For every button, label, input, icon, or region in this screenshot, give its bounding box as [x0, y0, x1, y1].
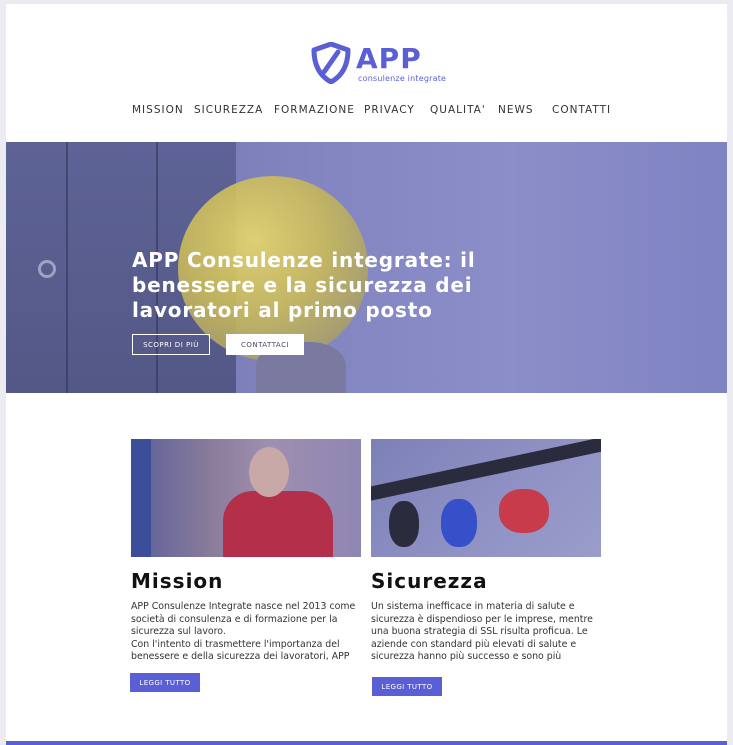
sicurezza-read-more-button[interactable]: LEGGI TUTTO	[372, 677, 442, 696]
hero-banner: APP Consulenze integrate: il benessere e…	[6, 142, 727, 393]
page: APP consulenze integrate MISSION SICUREZ…	[6, 4, 727, 745]
nav-item-sicurezza[interactable]: SICUREZZA	[194, 104, 263, 116]
nav-item-mission[interactable]: MISSION	[132, 104, 184, 116]
logo[interactable]: APP consulenze integrate	[310, 42, 446, 88]
hero-title: APP Consulenze integrate: il benessere e…	[132, 248, 476, 322]
mission-image	[131, 439, 361, 557]
nav-item-contatti[interactable]: CONTATTI	[552, 104, 611, 116]
nav-item-qualita[interactable]: QUALITA'	[430, 104, 486, 116]
sicurezza-title: Sicurezza	[371, 569, 488, 593]
nav-item-news[interactable]: NEWS	[498, 104, 534, 116]
logo-wordmark: APP	[356, 42, 422, 75]
main-nav: MISSION SICUREZZA FORMAZIONE PRIVACY QUA…	[6, 104, 727, 124]
nav-item-formazione[interactable]: FORMAZIONE	[274, 104, 355, 116]
contact-us-button[interactable]: CONTATTACI	[226, 334, 304, 355]
jacket-button	[38, 260, 56, 278]
mission-read-more-button[interactable]: LEGGI TUTTO	[130, 673, 200, 692]
discover-more-button[interactable]: SCOPRI DI PIÙ	[132, 334, 210, 355]
sicurezza-image	[371, 439, 601, 557]
logo-tagline: consulenze integrate	[358, 74, 447, 83]
nav-item-privacy[interactable]: PRIVACY	[364, 104, 415, 116]
footer-accent-bar	[6, 741, 727, 745]
mission-text: APP Consulenze Integrate nasce nel 2013 …	[131, 601, 356, 663]
shield-icon	[311, 42, 351, 84]
mission-title: Mission	[131, 569, 224, 593]
sicurezza-text: Un sistema inefficace in materia di salu…	[371, 601, 593, 663]
